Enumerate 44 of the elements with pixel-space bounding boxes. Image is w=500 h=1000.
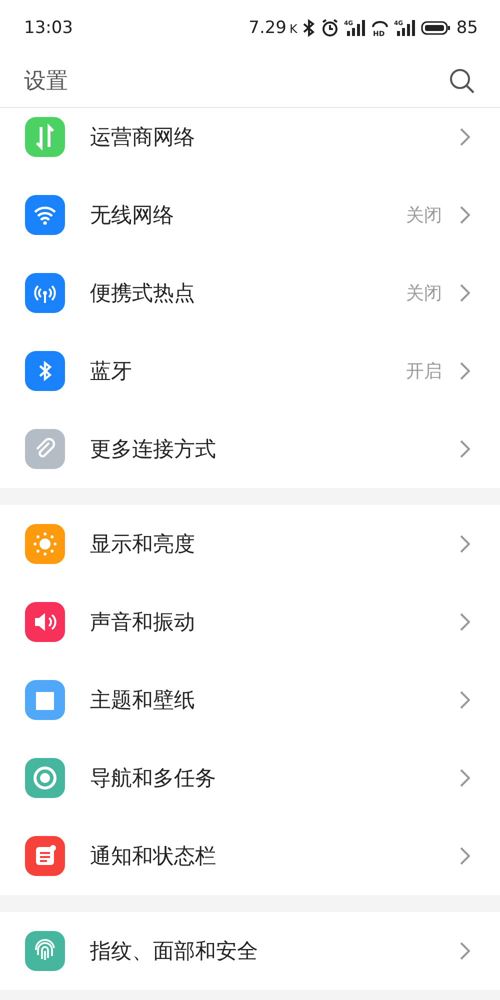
battery-icon — [421, 20, 452, 36]
chevron-icon — [460, 942, 470, 960]
search-icon[interactable] — [448, 67, 476, 95]
chevron-icon — [460, 535, 470, 553]
item-label: 蓝牙 — [90, 358, 133, 385]
alarm-clock-icon — [321, 18, 340, 36]
item-label: 主题和壁纸 — [90, 687, 196, 714]
chevron-icon — [460, 847, 470, 865]
chevron-icon — [460, 613, 470, 631]
chevron-icon — [460, 362, 470, 380]
settings-item[interactable]: 蓝牙 开启 — [0, 332, 500, 410]
chevron-icon — [460, 769, 470, 787]
chevron-icon — [460, 206, 470, 224]
chevron-icon — [460, 440, 470, 458]
settings-item[interactable]: 便携式热点 关闭 — [0, 254, 500, 332]
status-time: 13:03 — [24, 18, 73, 38]
settings-item[interactable]: 更多连接方式 — [0, 410, 500, 488]
status-value: 关闭 — [406, 204, 442, 227]
settings-item[interactable]: 主题和壁纸 — [0, 661, 500, 739]
settings-item[interactable]: 通知和状态栏 — [0, 817, 500, 895]
item-label: 便携式热点 — [90, 280, 196, 307]
page-title: 设置 — [24, 68, 68, 96]
item-label: 显示和亮度 — [90, 531, 196, 558]
status-value: 开启 — [406, 360, 442, 383]
item-label: 无线网络 — [90, 202, 175, 229]
chevron-icon — [460, 128, 470, 146]
settings-item[interactable]: 导航和多任务 — [0, 739, 500, 817]
settings-item[interactable]: 运营商网络 — [0, 108, 500, 176]
item-label: 声音和振动 — [90, 609, 196, 636]
chevron-icon — [460, 691, 470, 709]
battery-percent: 85 — [456, 18, 478, 38]
item-label: 更多连接方式 — [90, 436, 217, 463]
settings-item[interactable]: 显示和亮度 — [0, 505, 500, 583]
item-label: 指纹、面部和安全 — [90, 938, 259, 965]
settings-item[interactable]: 声音和振动 — [0, 583, 500, 661]
item-label: 运营商网络 — [90, 124, 196, 151]
bluetooth-icon — [302, 18, 316, 36]
settings-item[interactable]: 无线网络 关闭 — [0, 176, 500, 254]
status-value: 关闭 — [406, 282, 442, 305]
network-speed: 7.29 K — [248, 18, 298, 38]
chevron-icon — [460, 284, 470, 302]
item-label: 导航和多任务 — [90, 765, 217, 792]
item-label: 通知和状态栏 — [90, 843, 217, 870]
settings-item[interactable]: 指纹、面部和安全 — [0, 912, 500, 990]
